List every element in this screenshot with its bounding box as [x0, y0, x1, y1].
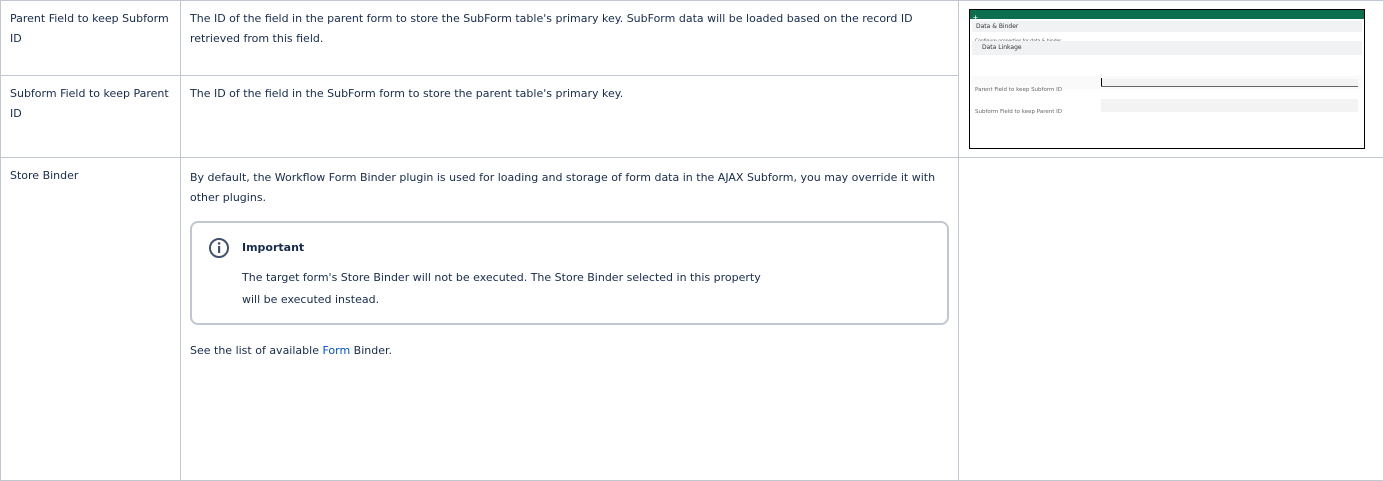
- properties-table: Parent Field to keep Subform ID The ID o…: [0, 0, 1383, 481]
- see-suffix: Binder.: [350, 344, 392, 357]
- info-icon: [208, 237, 230, 259]
- table-row: Store Binder By default, the Workflow Fo…: [1, 158, 1383, 481]
- screenshot-field2-label: Subform Field to keep Parent ID: [975, 102, 1062, 122]
- property-name: Parent Field to keep Subform ID: [10, 12, 169, 45]
- see-prefix: See the list of available: [190, 344, 322, 357]
- property-description-cell: By default, the Workflow Form Binder plu…: [181, 158, 959, 481]
- note-header: Important: [208, 237, 931, 259]
- property-description: By default, the Workflow Form Binder plu…: [190, 168, 949, 208]
- note-body: The target form's Store Binder will not …: [242, 267, 762, 311]
- form-binder-link[interactable]: Form: [322, 344, 350, 357]
- screenshot-field1-label: Parent Field to keep Subform ID: [975, 80, 1062, 100]
- property-name-cell: Subform Field to keep Parent ID: [1, 75, 181, 157]
- property-description-cell: The ID of the field in the parent form t…: [181, 1, 959, 76]
- property-name: Store Binder: [10, 169, 78, 182]
- important-note-panel: Important The target form's Store Binder…: [190, 221, 949, 325]
- note-title: Important: [242, 238, 304, 258]
- property-name-cell: Parent Field to keep Subform ID: [1, 1, 181, 76]
- screenshot-field2-input: [1101, 99, 1358, 112]
- screenshot-header-bar: +: [970, 10, 1364, 19]
- screenshot-field1-input: [1101, 79, 1358, 87]
- screenshot-cell: + Data & Binder Configure properties for…: [959, 1, 1383, 158]
- property-description-cell: The ID of the field in the SubForm form …: [181, 75, 959, 157]
- property-description: The ID of the field in the parent form t…: [190, 12, 913, 45]
- property-description: The ID of the field in the SubForm form …: [190, 87, 623, 100]
- screenshot-subsection-title: Data Linkage: [972, 41, 1362, 55]
- screenshot-section-title: Data & Binder: [972, 21, 1362, 32]
- property-name: Subform Field to keep Parent ID: [10, 87, 169, 120]
- empty-cell: [959, 158, 1383, 481]
- see-list-paragraph: See the list of available Form Binder.: [190, 341, 949, 361]
- table-row: Parent Field to keep Subform ID The ID o…: [1, 1, 1383, 76]
- form-builder-screenshot: + Data & Binder Configure properties for…: [969, 9, 1365, 149]
- property-name-cell: Store Binder: [1, 158, 181, 481]
- screenshot-caret: [1101, 78, 1102, 86]
